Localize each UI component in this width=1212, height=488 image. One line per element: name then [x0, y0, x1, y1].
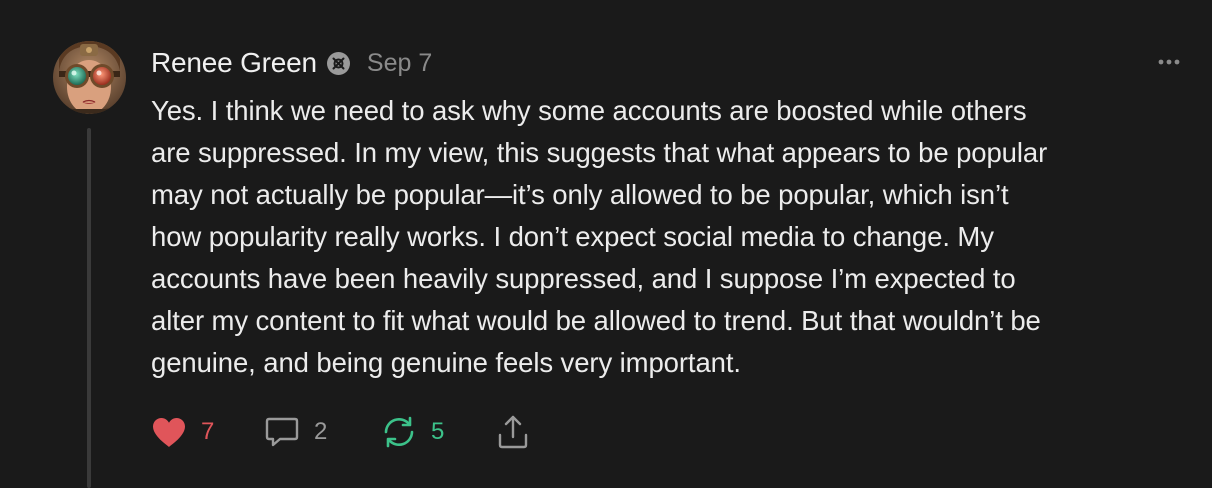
post-header: Renee Green Sep 7: [151, 44, 432, 82]
more-options-button[interactable]: [1151, 50, 1187, 74]
restack-arrows-icon: [384, 416, 414, 448]
share-upload-icon: [498, 415, 528, 449]
author-avatar[interactable]: [53, 41, 126, 114]
post-body-line: are suppressed. In my view, this suggest…: [151, 137, 1048, 168]
share-button[interactable]: [495, 412, 531, 452]
post-body: Yes. I think we need to ask why some acc…: [151, 90, 1196, 384]
restack-button[interactable]: 5: [381, 412, 444, 452]
like-button[interactable]: 7: [151, 412, 214, 452]
reply-count: 2: [314, 418, 328, 445]
post-body-line: how popularity really works. I don’t exp…: [151, 221, 994, 252]
post-body-line: accounts have been heavily suppressed, a…: [151, 263, 1016, 294]
subscriber-badge-icon: [326, 51, 351, 76]
post-body-line: Yes. I think we need to ask why some acc…: [151, 95, 1027, 126]
reply-button[interactable]: 2: [264, 412, 327, 452]
restack-count: 5: [431, 418, 445, 445]
post-date[interactable]: Sep 7: [367, 49, 432, 78]
post-body-line: may not actually be popular—it’s only al…: [151, 179, 1009, 210]
post-body-line: genuine, and being genuine feels very im…: [151, 347, 741, 378]
comment-bubble-icon: [265, 417, 299, 447]
like-count: 7: [201, 418, 215, 445]
author-name[interactable]: Renee Green: [151, 47, 317, 79]
more-dots-icon: [1158, 59, 1180, 65]
thread-line: [87, 128, 91, 488]
post-body-line: alter my content to fit what would be al…: [151, 305, 1041, 336]
heart-icon: [153, 417, 185, 447]
avatar-image: [53, 41, 126, 114]
